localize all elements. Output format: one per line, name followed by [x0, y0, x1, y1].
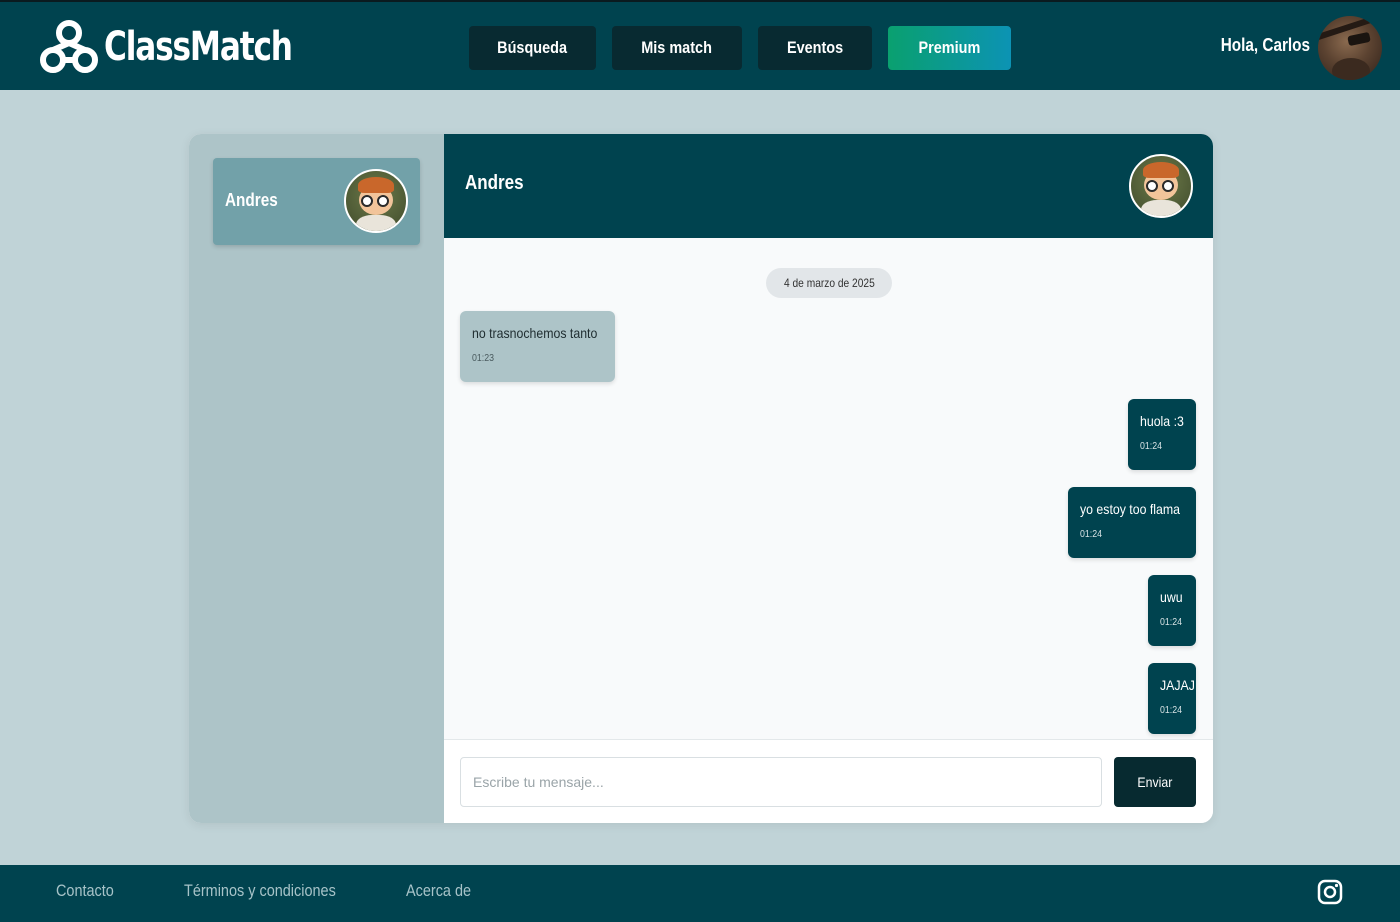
avatar-eyepatch [1347, 31, 1371, 47]
message-text: JAJAJ [1160, 677, 1195, 693]
avatar-glasses-left [361, 195, 373, 207]
message-bubble: uwu 01:24 [1148, 575, 1196, 646]
message-bubble: huola :3 01:24 [1128, 399, 1196, 470]
chat-partner-avatar[interactable] [1129, 154, 1193, 218]
send-button-label: Enviar [1137, 774, 1173, 790]
message-input[interactable] [460, 757, 1102, 807]
chat-title: Andres [465, 172, 524, 194]
contact-name: Andres [225, 190, 278, 210]
message-bubble: JAJAJ 01:24 [1148, 663, 1196, 734]
message-time: 01:24 [1080, 529, 1103, 540]
message-composer: Enviar [444, 739, 1213, 823]
avatar-shirt [356, 215, 396, 231]
instagram-icon[interactable] [1317, 879, 1343, 905]
avatar-glasses-right [1162, 180, 1174, 192]
nav-search-button[interactable]: Búsqueda [469, 26, 596, 70]
chat-header: Andres [444, 134, 1213, 238]
user-greeting: Hola, Carlos [1220, 35, 1310, 55]
send-button[interactable]: Enviar [1114, 757, 1196, 807]
date-separator-text: 4 de marzo de 2025 [783, 276, 875, 290]
avatar-beard [1332, 58, 1370, 80]
user-avatar[interactable] [1318, 16, 1382, 80]
nav-events-button[interactable]: Eventos [758, 26, 872, 70]
nav-premium-label: Premium [918, 38, 981, 57]
avatar-glasses-right [377, 195, 389, 207]
messages-area[interactable]: 4 de marzo de 2025 no trasnochemos tanto… [444, 238, 1213, 738]
message-text: no trasnochemos tanto [472, 325, 598, 341]
contacts-sidebar: Andres [189, 134, 444, 823]
avatar-hair [1143, 162, 1179, 178]
message-bubble: yo estoy too flama 01:24 [1068, 487, 1196, 558]
contact-item-andres[interactable]: Andres [213, 158, 420, 245]
footer: Contacto Términos y condiciones Acerca d… [0, 865, 1400, 922]
brand-logo[interactable]: ClassMatch [38, 18, 345, 76]
message-text: uwu [1160, 589, 1183, 605]
top-navbar: ClassMatch Búsqueda Mis match Eventos Pr… [0, 0, 1400, 90]
brand-name: ClassMatch [104, 24, 293, 70]
message-time: 01:24 [1160, 617, 1183, 628]
main-nav: Búsqueda Mis match Eventos Premium [469, 26, 1011, 70]
footer-about-link[interactable]: Acerca de [406, 881, 471, 901]
chat-card: Andres Andres 4 de marzo de 2025 no tras… [189, 134, 1213, 823]
footer-contact-link[interactable]: Contacto [56, 881, 114, 901]
date-separator: 4 de marzo de 2025 [766, 268, 892, 298]
nav-search-label: Búsqueda [497, 38, 568, 57]
footer-terms-link[interactable]: Términos y condiciones [184, 881, 336, 901]
message-time: 01:24 [1140, 441, 1163, 452]
avatar-shirt [1141, 200, 1181, 216]
nav-events-label: Eventos [786, 38, 844, 57]
message-bubble: no trasnochemos tanto 01:23 [460, 311, 615, 382]
avatar-hair [358, 177, 394, 193]
message-time: 01:24 [1160, 705, 1183, 716]
message-text: huola :3 [1140, 413, 1184, 429]
avatar-glasses-left [1146, 180, 1158, 192]
message-time: 01:23 [472, 353, 495, 364]
nav-premium-button[interactable]: Premium [888, 26, 1011, 70]
triple-circle-logo-icon [40, 20, 98, 73]
nav-matches-label: Mis match [641, 38, 713, 57]
message-text: yo estoy too flama [1080, 501, 1180, 517]
contact-avatar [344, 169, 408, 233]
nav-matches-button[interactable]: Mis match [612, 26, 742, 70]
